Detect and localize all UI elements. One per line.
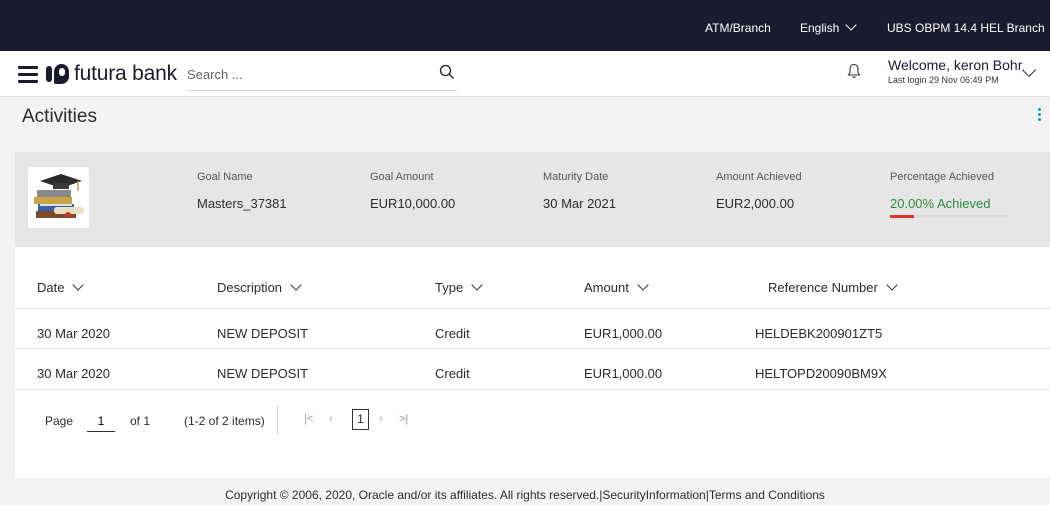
percentage-achieved-label: Percentage Achieved — [890, 171, 994, 183]
chevron-down-icon — [72, 279, 85, 291]
goal-name-value: Masters_37381 — [197, 196, 287, 211]
brand-name: futura bank — [74, 62, 177, 85]
table-cell-type: Credit — [435, 326, 470, 341]
user-menu[interactable]: Welcome, keron Bohr Last login 29 Nov 06… — [888, 57, 1022, 85]
maturity-date-value: 30 Mar 2021 — [543, 196, 616, 211]
bell-icon[interactable] — [847, 63, 861, 79]
column-header-date[interactable]: Date — [37, 279, 85, 295]
branch-selector[interactable]: UBS OBPM 14.4 HEL Branch — [887, 0, 1050, 51]
goal-progress-fill — [890, 215, 914, 218]
last-login-text: Last login 29 Nov 06:49 PM — [888, 75, 999, 85]
education-icon — [28, 167, 89, 228]
goal-amount-label: Goal Amount — [370, 171, 434, 183]
column-header-description[interactable]: Description — [217, 279, 302, 295]
chevron-down-icon — [637, 279, 649, 291]
page-count-label: of 1 — [130, 414, 151, 428]
current-page-button[interactable]: 1 — [352, 409, 369, 430]
branch-label: UBS OBPM 14.4 HEL Branch — [887, 21, 1045, 35]
page-title: Activities — [22, 106, 97, 127]
chevron-down-icon — [845, 19, 858, 31]
goal-name-label: Goal Name — [197, 171, 253, 183]
amount-achieved-col: Amount Achieved EUR2,000.00 — [716, 171, 802, 211]
search-icon[interactable] — [439, 64, 455, 80]
items-count-label: (1-2 of 2 items) — [184, 414, 265, 428]
brand-logo[interactable]: futura bank — [46, 60, 177, 88]
activities-card: Goal Name Masters_37381 Goal Amount EUR1… — [15, 152, 1050, 478]
copyright-text: Copyright © 2006, 2020, Oracle and/or it… — [225, 488, 600, 502]
next-page-icon[interactable]: › — [379, 413, 383, 425]
atm-branch-link[interactable]: ATM/Branch — [705, 0, 771, 51]
maturity-date-col: Maturity Date 30 Mar 2021 — [543, 171, 616, 211]
percentage-achieved-value: 20.00% Achieved — [890, 196, 991, 211]
welcome-text: Welcome, keron Bohr — [888, 57, 1023, 73]
table-cell-reference-number: HELTOPD20090BM9X — [755, 366, 887, 381]
more-options-icon[interactable] — [1038, 108, 1042, 122]
table-cell-reference-number: HELDEBK200901ZT5 — [755, 326, 883, 341]
chevron-down-icon[interactable] — [1021, 62, 1037, 78]
table-cell-type: Credit — [435, 366, 470, 381]
last-page-icon[interactable]: >| — [399, 413, 408, 425]
goal-amount-col: Goal Amount EUR10,000.00 — [370, 171, 455, 211]
search-bar — [187, 59, 457, 91]
divider — [15, 389, 1050, 390]
page-label: Page — [45, 414, 74, 428]
page-number-input[interactable] — [87, 410, 115, 432]
table-cell-date: 30 Mar 2020 — [37, 366, 110, 381]
column-header-reference-number[interactable]: Reference Number — [768, 279, 898, 295]
logo-icon — [46, 63, 70, 85]
maturity-date-label: Maturity Date — [543, 171, 609, 183]
chevron-down-icon — [471, 279, 483, 291]
goal-amount-value: EUR10,000.00 — [370, 196, 456, 211]
table-cell-amount: EUR1,000.00 — [584, 366, 663, 381]
top-bar: ATM/Branch English UBS OBPM 14.4 HEL Bra… — [0, 0, 1050, 51]
security-information-link[interactable]: SecurityInformation — [602, 488, 705, 502]
divider — [15, 308, 1050, 309]
table-cell-description: NEW DEPOSIT — [217, 366, 309, 381]
table-cell-amount: EUR1,000.00 — [584, 326, 663, 341]
goal-summary: Goal Name Masters_37381 Goal Amount EUR1… — [15, 152, 1050, 247]
terms-and-conditions-link[interactable]: Terms and Conditions — [709, 488, 825, 502]
search-input[interactable] — [187, 59, 427, 89]
header: futura bank Welcome, keron Bohr Last log… — [0, 51, 1050, 97]
divider — [277, 406, 278, 434]
previous-page-icon[interactable]: ‹ — [329, 413, 333, 425]
menu-icon[interactable] — [18, 66, 38, 83]
percentage-achieved-col: Percentage Achieved 20.00% Achieved — [890, 171, 994, 211]
amount-achieved-label: Amount Achieved — [716, 171, 802, 183]
goal-category-image — [28, 167, 89, 228]
language-selector[interactable]: English — [800, 0, 858, 51]
footer: Copyright © 2006, 2020, Oracle and/or it… — [0, 478, 1050, 505]
divider — [15, 348, 1050, 349]
column-header-type[interactable]: Type — [435, 279, 483, 295]
column-header-amount[interactable]: Amount — [584, 279, 649, 295]
table-cell-description: NEW DEPOSIT — [217, 326, 309, 341]
first-page-icon[interactable]: |< — [304, 413, 313, 425]
chevron-down-icon — [886, 279, 898, 291]
goal-name-col: Goal Name Masters_37381 — [197, 171, 287, 211]
chevron-down-icon — [290, 279, 302, 291]
amount-achieved-value: EUR2,000.00 — [716, 196, 795, 211]
goal-progress-bar — [890, 215, 1008, 218]
table-cell-date: 30 Mar 2020 — [37, 326, 110, 341]
language-label: English — [800, 21, 840, 35]
